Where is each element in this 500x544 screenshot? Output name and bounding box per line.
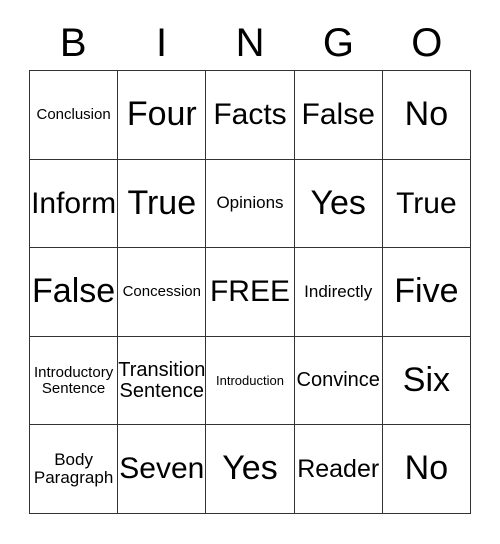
bingo-free-space-label: FREE — [209, 275, 290, 309]
bingo-cell-label: Introductory Sentence — [33, 363, 114, 397]
bingo-cell-label: No — [404, 449, 449, 488]
bingo-cell-label: Facts — [213, 98, 287, 132]
bingo-cell[interactable]: Transition Sentence — [118, 336, 207, 426]
bingo-cell[interactable]: False — [294, 71, 383, 160]
bingo-cell-label: Concession — [122, 283, 201, 301]
header-letter-g: G — [322, 21, 354, 65]
bingo-cell[interactable]: Yes — [206, 425, 295, 514]
bingo-cell-label: Convince — [296, 369, 380, 392]
bingo-cell[interactable]: Six — [382, 336, 471, 426]
bingo-grid: Conclusion Four Facts False No Inform Tr… — [29, 70, 471, 514]
bingo-cell-label: False — [32, 272, 116, 311]
bingo-cell-label: Reader — [297, 455, 380, 484]
bingo-cell[interactable]: Seven — [118, 425, 207, 514]
bingo-cell[interactable]: False — [30, 248, 119, 337]
header-letter-n: N — [235, 21, 265, 65]
bingo-cell[interactable]: No — [382, 71, 471, 160]
bingo-cell-label: False — [301, 98, 375, 132]
header-letter-o: O — [411, 21, 443, 65]
bingo-cell[interactable]: Reader — [294, 425, 383, 514]
bingo-cell[interactable]: Conclusion — [30, 71, 119, 160]
bingo-cell[interactable]: Opinions — [206, 159, 295, 249]
bingo-cell-label: Transition Sentence — [118, 358, 206, 402]
bingo-card: B I N G O Conclusion Four Facts False No… — [0, 0, 500, 544]
bingo-free-space[interactable]: FREE — [206, 248, 295, 337]
bingo-cell[interactable]: Facts — [206, 71, 295, 160]
bingo-cell-label: No — [404, 94, 449, 133]
bingo-cell-label: True — [396, 186, 457, 220]
bingo-cell[interactable]: Body Paragraph — [30, 425, 119, 514]
header-letter-i: I — [156, 21, 168, 65]
bingo-cell-label: Seven — [119, 452, 205, 486]
bingo-cell[interactable]: Concession — [118, 248, 207, 337]
bingo-cell[interactable]: Inform — [30, 159, 119, 249]
bingo-cell-label: Yes — [310, 183, 366, 222]
header-letter-b: B — [59, 21, 87, 65]
bingo-cell-label: Introduction — [216, 372, 284, 388]
bingo-cell-label: Opinions — [216, 193, 284, 213]
bingo-cell-label: Inform — [31, 186, 117, 220]
bingo-cell[interactable]: Introductory Sentence — [30, 336, 119, 426]
bingo-cell[interactable]: True — [118, 159, 207, 249]
bingo-cell[interactable]: Yes — [294, 159, 383, 249]
bingo-cell[interactable]: No — [382, 425, 471, 514]
bingo-cell-label: Indirectly — [304, 282, 373, 302]
bingo-cell-label: Six — [402, 360, 450, 399]
bingo-cell[interactable]: True — [382, 159, 471, 249]
bingo-cell-label: Conclusion — [36, 105, 111, 123]
bingo-cell[interactable]: Convince — [294, 336, 383, 426]
bingo-cell[interactable]: Introduction — [206, 336, 295, 426]
bingo-header-row: B I N G O — [29, 18, 471, 68]
bingo-cell-label: Yes — [222, 449, 278, 488]
bingo-cell-label: Four — [126, 94, 197, 133]
bingo-cell[interactable]: Four — [118, 71, 207, 160]
bingo-cell[interactable]: Five — [382, 248, 471, 337]
bingo-cell-label: Five — [394, 272, 459, 311]
bingo-cell-label: True — [127, 183, 197, 222]
bingo-cell-label: Body Paragraph — [33, 450, 114, 488]
bingo-cell[interactable]: Indirectly — [294, 248, 383, 337]
